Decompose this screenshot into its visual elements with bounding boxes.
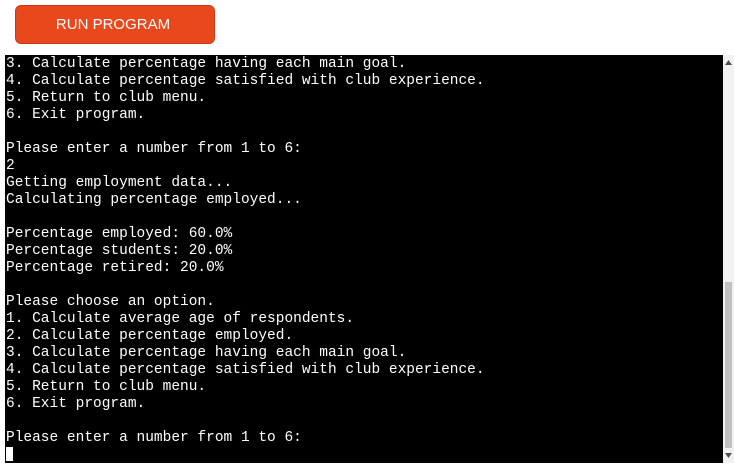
scroll-down-arrow-icon[interactable] bbox=[723, 450, 734, 461]
terminal-line: Percentage retired: 20.0% bbox=[6, 260, 224, 276]
terminal-line: Please choose an option. bbox=[6, 294, 215, 310]
terminal-line: Please enter a number from 1 to 6: bbox=[6, 141, 302, 157]
terminal-line: Percentage employed: 60.0% bbox=[6, 226, 233, 242]
terminal-line: Getting employment data... bbox=[6, 175, 233, 191]
terminal-line: Percentage students: 20.0% bbox=[6, 243, 233, 259]
terminal-line: 2. Calculate percentage employed. bbox=[6, 328, 294, 344]
terminal-scrollbar[interactable] bbox=[723, 55, 734, 463]
terminal-line: Calculating percentage employed... bbox=[6, 192, 302, 208]
terminal-output: 3. Calculate percentage having each main… bbox=[6, 56, 485, 463]
scrollbar-thumb[interactable] bbox=[725, 282, 732, 448]
terminal-line: 3. Calculate percentage having each main… bbox=[6, 345, 407, 361]
terminal-input-line[interactable] bbox=[6, 447, 485, 463]
terminal-line: 4. Calculate percentage satisfied with c… bbox=[6, 362, 485, 378]
terminal-line: 4. Calculate percentage satisfied with c… bbox=[6, 73, 485, 89]
terminal-line: Please enter a number from 1 to 6: bbox=[6, 430, 302, 446]
terminal-line: 6. Exit program. bbox=[6, 107, 146, 123]
run-program-button[interactable]: RUN PROGRAM bbox=[15, 5, 215, 44]
terminal-line: 1. Calculate average age of respondents. bbox=[6, 311, 355, 327]
terminal-line: 3. Calculate percentage having each main… bbox=[6, 56, 407, 72]
text-cursor bbox=[6, 447, 13, 461]
terminal-line: 6. Exit program. bbox=[6, 396, 146, 412]
app-page: RUN PROGRAM 3. Calculate percentage havi… bbox=[0, 0, 734, 472]
terminal-line: 2 bbox=[6, 158, 15, 174]
terminal-line: 5. Return to club menu. bbox=[6, 90, 207, 106]
terminal-line: 5. Return to club menu. bbox=[6, 379, 207, 395]
terminal-window[interactable]: 3. Calculate percentage having each main… bbox=[5, 55, 723, 463]
scroll-up-arrow-icon[interactable] bbox=[723, 57, 734, 68]
